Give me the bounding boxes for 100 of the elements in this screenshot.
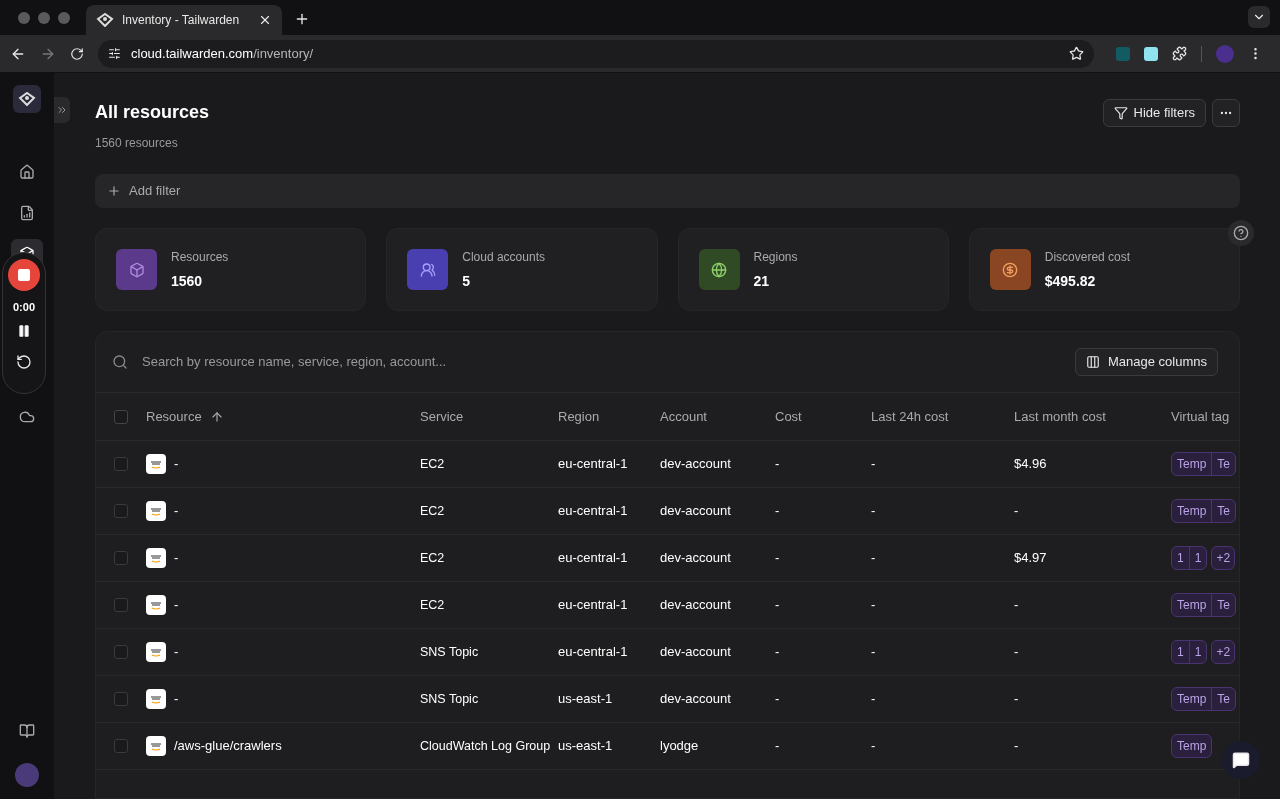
new-tab-icon[interactable] <box>294 11 310 27</box>
manage-columns-button[interactable]: Manage columns <box>1075 348 1218 376</box>
table-cell: - <box>871 644 876 660</box>
search-icon <box>112 354 128 370</box>
resource-name[interactable]: - <box>174 595 179 615</box>
app-logo[interactable] <box>13 85 41 113</box>
table-cell: EC2 <box>420 598 445 613</box>
table-cell: dev-account <box>660 503 731 519</box>
stat-label: Cloud accounts <box>462 248 545 266</box>
resource-name[interactable]: - <box>174 501 179 521</box>
resource-name[interactable]: - <box>174 642 179 662</box>
virtual-tag: Temp <box>1172 688 1212 710</box>
virtual-tag: Te <box>1211 500 1236 522</box>
close-tab-icon[interactable] <box>258 13 272 27</box>
column-header[interactable]: Last 24h cost <box>871 406 949 427</box>
aws-logo-icon <box>146 501 166 521</box>
extensions-icon[interactable] <box>1172 46 1187 61</box>
stat-label: Resources <box>171 248 229 266</box>
people-icon <box>419 261 436 278</box>
virtual-tag: 1 <box>1172 547 1189 569</box>
hide-filters-button[interactable]: Hide filters <box>1102 99 1206 127</box>
virtual-tag: 1 <box>1188 547 1207 569</box>
add-filter-bar[interactable]: Add filter <box>95 174 1240 208</box>
resource-name[interactable]: - <box>174 689 179 709</box>
row-checkbox[interactable] <box>114 504 128 518</box>
table-cell: eu-central-1 <box>558 503 628 519</box>
column-header[interactable]: Last month cost <box>1014 406 1106 427</box>
table-cell: SNS Topic <box>420 692 479 707</box>
table-cell: us-east-1 <box>558 738 613 754</box>
aws-logo-icon <box>146 736 166 756</box>
chevron-right-icon[interactable] <box>56 104 68 116</box>
table-cell: EC2 <box>420 504 445 519</box>
resource-name[interactable]: - <box>174 548 179 568</box>
stat-label: Regions <box>753 248 798 266</box>
sort-ascending-icon[interactable] <box>209 409 224 424</box>
table-cell: - <box>775 597 780 613</box>
more-tags-count[interactable]: +2 <box>1211 640 1236 664</box>
help-button[interactable] <box>1228 220 1254 246</box>
column-header[interactable]: Account <box>660 406 707 427</box>
home-icon[interactable] <box>19 164 35 180</box>
table-cell: - <box>1014 597 1019 613</box>
row-checkbox[interactable] <box>114 551 128 565</box>
row-checkbox[interactable] <box>114 739 128 753</box>
column-header[interactable]: Region <box>558 406 600 427</box>
search-field[interactable]: Search by resource name, service, region, account... <box>142 352 1061 372</box>
column-header[interactable]: Service <box>420 406 464 427</box>
column-header[interactable]: Cost <box>775 406 802 427</box>
column-header[interactable]: Virtual tag <box>1171 406 1230 427</box>
table-cell: eu-central-1 <box>558 456 628 472</box>
table-cell: - <box>775 456 780 472</box>
table-cell: - <box>1014 738 1019 754</box>
site-logo-icon <box>96 13 114 27</box>
page-title: All resources <box>95 101 210 124</box>
collapse-sidebar-button[interactable] <box>54 97 70 123</box>
more-tags-count[interactable]: +2 <box>1211 546 1236 570</box>
aws-logo-icon <box>146 454 166 474</box>
stat-value: 21 <box>753 271 771 291</box>
resource-name[interactable]: - <box>174 454 179 474</box>
table-cell: dev-account <box>660 691 731 707</box>
docs-book-icon[interactable] <box>19 723 35 739</box>
table-cell: - <box>871 550 876 566</box>
restart-icon[interactable] <box>16 353 32 370</box>
stat-value: $495.82 <box>1044 271 1097 291</box>
table-cell: dev-account <box>660 597 731 613</box>
url-text: cloud.tailwarden.com/inventory/ <box>131 44 315 63</box>
table-cell: - <box>871 691 876 707</box>
report-file-icon[interactable] <box>19 205 35 221</box>
extension-icon[interactable] <box>1144 46 1158 61</box>
dollar-icon <box>1002 261 1019 278</box>
browser-tab[interactable]: Inventory - Tailwarden <box>86 5 282 35</box>
row-checkbox[interactable] <box>114 645 128 659</box>
aws-logo-icon <box>146 642 166 662</box>
table-cell: - <box>1014 644 1019 660</box>
tab-title: Inventory - Tailwarden <box>122 12 241 29</box>
select-all-checkbox[interactable] <box>114 409 128 424</box>
table-cell: EC2 <box>420 457 445 472</box>
table-cell: - <box>775 550 780 566</box>
table-cell: - <box>775 738 780 754</box>
shield-logo-icon <box>18 92 36 106</box>
resource-name[interactable]: /aws-glue/crawlers <box>174 736 282 756</box>
chat-launcher-button[interactable] <box>1222 741 1260 779</box>
row-checkbox[interactable] <box>114 457 128 471</box>
row-checkbox[interactable] <box>114 598 128 612</box>
reload-icon[interactable] <box>70 46 84 61</box>
row-checkbox[interactable] <box>114 692 128 706</box>
cloud-icon[interactable] <box>19 409 35 425</box>
chat-icon <box>1232 751 1250 769</box>
table-cell: - <box>775 644 780 660</box>
pause-icon[interactable] <box>17 323 31 338</box>
table-cell: eu-central-1 <box>558 644 628 660</box>
stop-recording-button[interactable] <box>8 259 40 291</box>
bookmark-star-icon[interactable] <box>1069 46 1084 61</box>
virtual-tag: Temp <box>1172 735 1212 757</box>
aws-logo-icon <box>146 548 166 568</box>
virtual-tag: Te <box>1211 594 1236 616</box>
virtual-tag: Temp <box>1172 594 1212 616</box>
aws-logo-icon <box>146 689 166 709</box>
address-bar[interactable]: cloud.tailwarden.com/inventory/ <box>98 39 1094 68</box>
virtual-tag: Temp <box>1172 453 1212 475</box>
column-header[interactable]: Resource <box>146 406 202 427</box>
